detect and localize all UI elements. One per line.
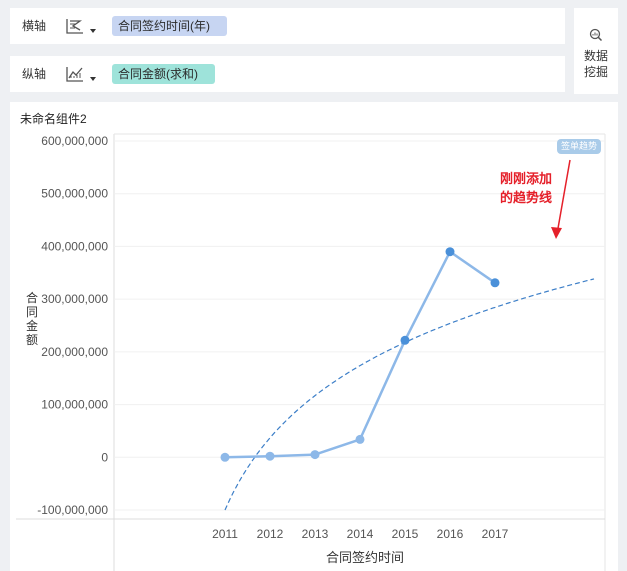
x-tick-label: 2013 bbox=[302, 527, 329, 541]
data-point bbox=[445, 247, 455, 257]
data-point bbox=[220, 452, 230, 462]
data-point bbox=[490, 278, 500, 288]
x-tick-label: 2015 bbox=[392, 527, 419, 541]
x-tick-label: 2014 bbox=[347, 527, 374, 541]
y-tick-label: 0 bbox=[101, 450, 108, 464]
chevron-down-icon[interactable] bbox=[90, 77, 96, 81]
dimension-chart-icon[interactable] bbox=[64, 16, 86, 36]
annotation-text: 刚刚添加 的趋势线 bbox=[500, 171, 553, 205]
y-tick-label: -100,000,000 bbox=[37, 503, 108, 517]
y-axis-shelf: 纵轴 合同金额(求和) bbox=[10, 56, 565, 92]
data-mining-label: 数据 挖掘 bbox=[583, 49, 608, 79]
series-line bbox=[224, 250, 496, 459]
x-tick-label: 2011 bbox=[212, 527, 238, 541]
data-point bbox=[355, 434, 365, 444]
y-tick-label: 200,000,000 bbox=[41, 345, 108, 359]
x-axis-shelf: 横轴 合同签约时间(年) bbox=[10, 8, 565, 44]
annotation-arrowhead bbox=[551, 227, 562, 239]
line-chart-icon[interactable] bbox=[64, 64, 86, 84]
data-point bbox=[400, 335, 410, 345]
chevron-down-icon[interactable] bbox=[90, 29, 96, 33]
x-axis-title: 合同签约时间 bbox=[326, 550, 404, 565]
data-point bbox=[310, 450, 320, 460]
y-tick-label: 300,000,000 bbox=[41, 292, 108, 306]
y-axis-shelf-label: 纵轴 bbox=[22, 67, 47, 81]
y-axis-field-pill[interactable]: 合同金额(求和) bbox=[112, 64, 215, 84]
y-tick-label: 600,000,000 bbox=[41, 134, 108, 148]
x-tick-label: 2012 bbox=[257, 527, 284, 541]
annotation-arrow bbox=[556, 159, 571, 235]
y-tick-label: 100,000,000 bbox=[41, 398, 108, 412]
chart-widget: 未命名组件2 -100,000,000 0 100,000,000 200,000,0… bbox=[10, 102, 618, 571]
magnifier-chart-icon bbox=[589, 28, 603, 42]
y-tick-label: 500,000,000 bbox=[41, 187, 108, 201]
data-point bbox=[265, 451, 275, 461]
x-axis-field-pill[interactable]: 合同签约时间(年) bbox=[112, 16, 227, 36]
data-mining-button[interactable]: 数据 挖掘 bbox=[574, 8, 618, 94]
x-tick-label: 2017 bbox=[482, 527, 509, 541]
trend-badge: 签单趋势 bbox=[557, 139, 602, 154]
y-tick-label: 400,000,000 bbox=[41, 239, 108, 253]
trend-line bbox=[224, 278, 595, 511]
x-tick-label: 2016 bbox=[437, 527, 464, 541]
x-axis-shelf-label: 横轴 bbox=[22, 19, 47, 33]
y-axis-title: 合同金额 bbox=[26, 290, 38, 347]
